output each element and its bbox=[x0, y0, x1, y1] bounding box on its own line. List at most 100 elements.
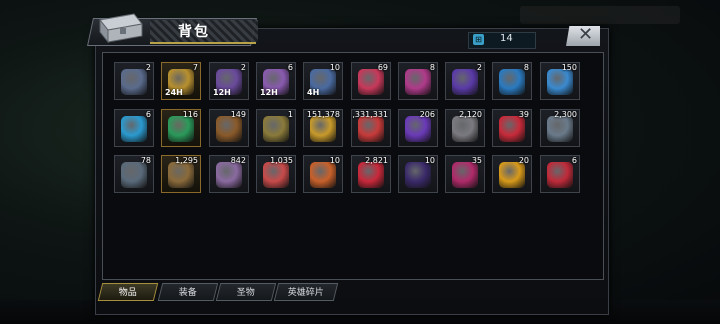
item-slot[interactable]: 7 24H bbox=[161, 62, 201, 100]
ticket-icon bbox=[547, 69, 573, 95]
item-slot[interactable]: 842 bbox=[209, 155, 249, 193]
item-quantity: 10 bbox=[329, 156, 340, 165]
red-core-icon bbox=[499, 116, 525, 142]
silver-ring-icon bbox=[547, 116, 573, 142]
item-quantity: 69 bbox=[377, 63, 388, 72]
item-quantity: 1,035 bbox=[270, 156, 293, 165]
item-slot[interactable]: 6 12H bbox=[256, 62, 296, 100]
chip-icon bbox=[452, 69, 478, 95]
item-duration-label: 24H bbox=[165, 88, 183, 97]
item-quantity: 2 bbox=[240, 63, 246, 72]
item-quantity: 10 bbox=[424, 156, 435, 165]
item-quantity: 6 bbox=[571, 156, 577, 165]
item-quantity: 6 bbox=[287, 63, 293, 72]
item-slot[interactable]: 150 bbox=[540, 62, 580, 100]
item-duration-label: 12H bbox=[260, 88, 278, 97]
item-slot[interactable]: 6 bbox=[540, 155, 580, 193]
drone-icon bbox=[121, 69, 147, 95]
item-quantity: 10 bbox=[329, 63, 340, 72]
item-slot[interactable]: 1,295 bbox=[161, 155, 201, 193]
close-icon[interactable]: ✕ bbox=[578, 25, 593, 45]
title-accent bbox=[150, 42, 256, 44]
item-slot[interactable]: 78 bbox=[114, 155, 154, 193]
item-slot[interactable]: 35 bbox=[445, 155, 485, 193]
chest-icon bbox=[99, 13, 143, 44]
gear-icon bbox=[452, 116, 478, 142]
item-slot[interactable]: 149 bbox=[209, 109, 249, 147]
item-quantity: 206 bbox=[419, 110, 435, 119]
item-quantity: 842 bbox=[230, 156, 246, 165]
item-quantity: 1 bbox=[287, 110, 293, 119]
gold-coins-icon bbox=[310, 116, 336, 142]
item-quantity: 2,300 bbox=[554, 110, 577, 119]
item-quantity: 149 bbox=[230, 110, 246, 119]
item-slot[interactable]: 1 bbox=[256, 109, 296, 147]
item-slot[interactable]: 206 bbox=[398, 109, 438, 147]
fist-icon bbox=[168, 162, 194, 188]
item-slot[interactable]: 10 bbox=[303, 155, 343, 193]
item-quantity: 2,120 bbox=[459, 110, 482, 119]
orange-module-icon bbox=[310, 162, 336, 188]
item-slot[interactable]: 6 bbox=[114, 109, 154, 147]
item-slot[interactable]: 8 bbox=[398, 62, 438, 100]
tab-label: 物品 bbox=[118, 288, 137, 298]
capacity-value: 14 bbox=[500, 33, 513, 44]
tab-label: 装备 bbox=[178, 288, 197, 298]
tab-3[interactable]: 英雄碎片 bbox=[273, 283, 339, 301]
orb-icon bbox=[405, 69, 431, 95]
item-slot[interactable]: 1,331,331 bbox=[351, 109, 391, 147]
tab-2[interactable]: 圣物 bbox=[215, 283, 277, 301]
item-quantity: 1,331,331 bbox=[351, 110, 388, 119]
item-quantity: 116 bbox=[182, 110, 198, 119]
item-quantity: 7 bbox=[192, 63, 198, 72]
gold-coin-stack-icon bbox=[499, 162, 525, 188]
item-quantity: 2,821 bbox=[365, 156, 388, 165]
purple-orb-icon bbox=[405, 116, 431, 142]
item-quantity: 151,378 bbox=[306, 110, 340, 119]
tab-0[interactable]: 物品 bbox=[97, 283, 159, 301]
background-hud bbox=[520, 6, 680, 24]
capacity-icon: ⊞ bbox=[473, 34, 484, 45]
tab-1[interactable]: 装备 bbox=[157, 283, 219, 301]
item-slot[interactable]: 69 bbox=[351, 62, 391, 100]
tab-label: 圣物 bbox=[236, 288, 255, 298]
item-slot[interactable]: 1,035 bbox=[256, 155, 296, 193]
item-slot[interactable]: 8 bbox=[492, 62, 532, 100]
gem-pod-icon bbox=[358, 69, 384, 95]
item-quantity: 35 bbox=[471, 156, 482, 165]
item-slot[interactable]: 151,378 bbox=[303, 109, 343, 147]
item-slot[interactable]: 39 bbox=[492, 109, 532, 147]
item-slot[interactable]: 10 4H bbox=[303, 62, 343, 100]
item-quantity: 6 bbox=[145, 110, 151, 119]
red-cube-icon bbox=[358, 162, 384, 188]
item-slot[interactable]: 10 bbox=[398, 155, 438, 193]
tab-label: 英雄碎片 bbox=[287, 288, 324, 298]
triangle-shard-icon bbox=[121, 162, 147, 188]
missile-icon bbox=[216, 116, 242, 142]
item-slot[interactable]: 2,120 bbox=[445, 109, 485, 147]
coin-b-icon bbox=[121, 116, 147, 142]
item-slot[interactable]: 2,821 bbox=[351, 155, 391, 193]
item-quantity: 8 bbox=[429, 63, 435, 72]
item-slot[interactable]: 2 bbox=[445, 62, 485, 100]
item-quantity: 8 bbox=[523, 63, 529, 72]
item-quantity: 1,295 bbox=[175, 156, 198, 165]
module-icon bbox=[263, 162, 289, 188]
item-slot[interactable]: 2 bbox=[114, 62, 154, 100]
item-quantity: 78 bbox=[140, 156, 151, 165]
shield-badge-icon bbox=[499, 69, 525, 95]
item-duration-label: 4H bbox=[307, 88, 320, 97]
red-gem-icon bbox=[358, 116, 384, 142]
item-slot[interactable]: 116 bbox=[161, 109, 201, 147]
crystal-icon bbox=[168, 116, 194, 142]
item-quantity: 150 bbox=[561, 63, 577, 72]
red-ring-icon bbox=[547, 162, 573, 188]
item-slot[interactable]: 20 bbox=[492, 155, 532, 193]
item-slot[interactable]: 2,300 bbox=[540, 109, 580, 147]
item-quantity: 2 bbox=[476, 63, 482, 72]
card-icon bbox=[263, 116, 289, 142]
item-quantity: 20 bbox=[518, 156, 529, 165]
page-title: 背包 bbox=[178, 24, 210, 40]
item-quantity: 2 bbox=[145, 63, 151, 72]
item-slot[interactable]: 2 12H bbox=[209, 62, 249, 100]
